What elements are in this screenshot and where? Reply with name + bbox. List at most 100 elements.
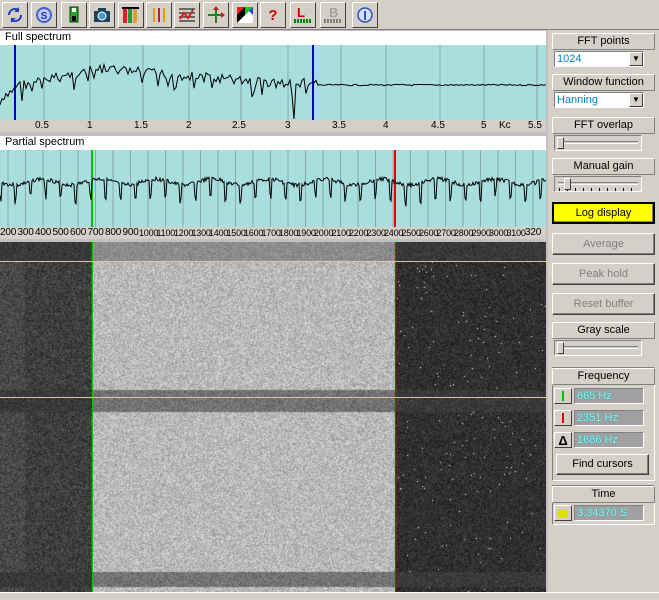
tick-label: 2.5 [232, 120, 246, 131]
grid-chart-button[interactable] [174, 2, 200, 28]
tick-label: 320 [525, 227, 542, 238]
gray-scale-slider[interactable] [554, 340, 642, 356]
tick-label: 1100 [156, 228, 176, 238]
slider-thumb[interactable] [557, 137, 564, 149]
find-cursors-button[interactable]: Find cursors [556, 454, 649, 475]
tick-label: 2700 [436, 228, 456, 238]
tick-label: 2600 [419, 228, 439, 238]
fft-overlap-label: FFT overlap [552, 117, 655, 134]
color-bars-icon [122, 7, 139, 23]
gray-scale-label: Gray scale [552, 322, 655, 339]
delta-frequency-value: 1686 Hz [574, 432, 644, 448]
tick-label: 3000 [489, 228, 509, 238]
time-value: 3.34370 S [574, 505, 644, 521]
tick-label: 3100 [506, 228, 526, 238]
partial-spectrum-title: Partial spectrum [0, 136, 546, 150]
help-icon: ? [268, 6, 278, 24]
tick-label: 700 [87, 227, 104, 238]
svg-text:S: S [41, 11, 48, 22]
average-button[interactable]: Average [552, 233, 655, 255]
color-bars-button[interactable] [118, 2, 144, 28]
delta-frequency-row: Δ 1686 Hz [554, 432, 644, 448]
manual-gain-label: Manual gain [552, 158, 655, 175]
time-row: 3.34370 S [554, 505, 644, 521]
tick-label: 2500 [401, 228, 421, 238]
window-function-select[interactable]: Hanning ▼ [554, 92, 644, 108]
spectrogram-waterfall[interactable] [0, 242, 546, 592]
cursor-b-icon: B [323, 5, 343, 25]
cursor-l-button[interactable]: L [290, 2, 316, 28]
refresh-icon [7, 7, 23, 23]
tick-label: 1600 [244, 228, 264, 238]
tick-label: 2000 [314, 228, 334, 238]
fft-overlap-slider[interactable] [554, 135, 642, 151]
cursor-red-line[interactable] [395, 242, 396, 592]
cursor-green-line[interactable] [92, 242, 93, 592]
tick-label: 500 [52, 227, 69, 238]
window-function-label: Window function [552, 74, 655, 91]
partial-spectrum-trace [0, 175, 546, 207]
vertical-bars-button[interactable] [146, 2, 172, 28]
camera-button[interactable] [89, 2, 115, 28]
chevron-down-icon[interactable]: ▼ [629, 93, 643, 107]
tick-label: 600 [70, 227, 87, 238]
partial-spectrum-graph [0, 150, 546, 227]
tick-label: 1000 [139, 228, 159, 238]
manual-gain-slider[interactable] [554, 176, 642, 192]
tick-label: 5.5 [528, 120, 542, 131]
peak-hold-button[interactable]: Peak hold [552, 263, 655, 285]
cursor-l-icon: L [293, 5, 313, 25]
tick-label: 4 [383, 120, 389, 131]
color-palette-button[interactable] [232, 2, 258, 28]
tick-label: 2 [186, 120, 192, 131]
tick-label: 3 [285, 120, 291, 131]
reset-buffer-button[interactable]: Reset buffer [552, 293, 655, 315]
full-spectrum-trace [0, 62, 546, 120]
spectrogram-canvas [0, 242, 546, 592]
tick-label: 4.5 [431, 120, 445, 131]
partial-spectrum-plot[interactable] [0, 150, 546, 227]
tick-label: 2300 [366, 228, 386, 238]
arrows-icon [208, 6, 225, 23]
tick-label: 2800 [454, 228, 474, 238]
full-spectrum-graph [0, 45, 546, 120]
tick-label: 400 [35, 227, 52, 238]
full-spectrum-plot[interactable] [0, 45, 546, 120]
time-marker-icon[interactable] [554, 505, 572, 521]
tick-label: 1400 [209, 228, 229, 238]
time-marker-line[interactable] [0, 261, 546, 262]
info-button[interactable] [352, 2, 378, 28]
tick-label: 1500 [226, 228, 246, 238]
slider-thumb[interactable] [557, 342, 564, 354]
tick-label: 2200 [349, 228, 369, 238]
grid-chart-icon [179, 8, 195, 22]
log-display-button[interactable]: Log display [552, 202, 655, 224]
sync-icon: S [36, 7, 52, 23]
sync-button[interactable]: S [31, 2, 57, 28]
tick-label: 2900 [471, 228, 491, 238]
green-cursor-icon[interactable] [554, 388, 572, 404]
toolbar: S ? L B [0, 0, 659, 30]
tick-label: 1700 [261, 228, 281, 238]
tick-label: 3.5 [332, 120, 346, 131]
refresh-button[interactable] [2, 2, 28, 28]
tick-label: 1.5 [134, 120, 148, 131]
cursor-b-button[interactable]: B [320, 2, 346, 28]
control-panel: FFT points 1024 ▼ Window function Hannin… [548, 30, 659, 592]
tick-label: 1300 [191, 228, 211, 238]
arrows-button[interactable] [203, 2, 229, 28]
time-marker-line[interactable] [0, 397, 546, 398]
slider-thumb[interactable] [564, 178, 571, 190]
help-button[interactable]: ? [260, 2, 286, 28]
tick-label: 2100 [331, 228, 351, 238]
save-icon [69, 6, 79, 23]
save-button[interactable] [61, 2, 87, 28]
fft-points-select[interactable]: 1024 ▼ [554, 51, 644, 67]
tick-label: 300 [17, 227, 34, 238]
chevron-down-icon[interactable]: ▼ [629, 52, 643, 66]
tick-label: 0.5 [35, 120, 49, 131]
time-label: Time [552, 486, 655, 503]
red-cursor-icon[interactable] [554, 410, 572, 426]
cursor2-frequency-value: 2351 Hz [574, 410, 644, 426]
axis-unit: Kc [499, 120, 511, 131]
